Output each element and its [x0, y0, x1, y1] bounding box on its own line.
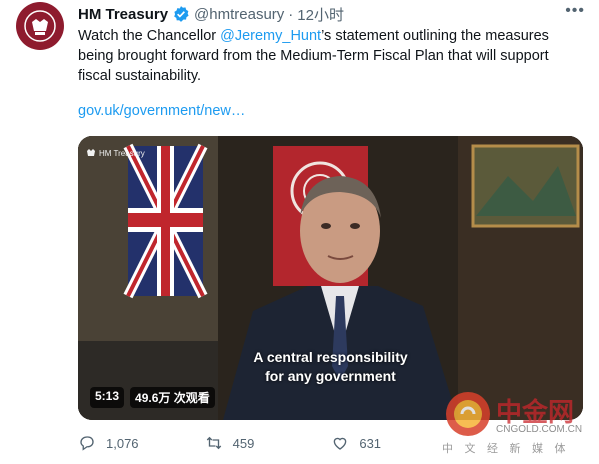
reply-icon	[80, 436, 94, 451]
separator-dot: ·	[288, 5, 294, 23]
verified-badge-icon	[174, 6, 189, 22]
reply-count: 1,076	[106, 435, 139, 451]
like-button[interactable]: 631	[331, 434, 458, 452]
retweet-icon	[206, 436, 221, 450]
more-icon[interactable]: •••	[565, 2, 585, 20]
video-player[interactable]: HM Treasury A central responsibility for…	[78, 136, 583, 420]
crest-icon	[87, 149, 95, 156]
caption-line-1: A central responsibility	[253, 349, 408, 365]
tweet-text-before: Watch the Chancellor	[78, 28, 221, 44]
avatar[interactable]	[16, 2, 64, 50]
video-duration: 5:13	[90, 387, 125, 408]
crest-icon	[24, 10, 56, 42]
external-link[interactable]: gov.uk/government/new…	[78, 103, 245, 119]
retweet-count: 459	[232, 435, 255, 451]
reply-button[interactable]: 1,076	[78, 434, 205, 452]
video-logo-text: HM Treasury	[99, 148, 145, 158]
tweet-actions: 1,076 459 631	[78, 432, 458, 454]
tweet-time[interactable]: 12小时	[297, 4, 344, 25]
view-count: 49.6万 次观看	[130, 387, 215, 408]
caption-line-2: for any government	[265, 368, 396, 384]
watermark: 中金网 CNGOLD.COM.CN 中 文 经 新 媒 体	[440, 388, 590, 458]
watermark-domain: CNGOLD.COM.CN	[496, 424, 583, 435]
video-overlay: 5:13 49.6万 次观看	[90, 387, 215, 408]
video-logo: HM Treasury	[86, 148, 145, 158]
retweet-button[interactable]: 459	[205, 434, 332, 452]
like-icon	[334, 437, 347, 450]
watermark-logo-icon	[446, 392, 490, 436]
account-handle[interactable]: @hmtreasury	[194, 6, 284, 23]
account-name[interactable]: HM Treasury	[78, 6, 168, 23]
mention-link[interactable]: @Jeremy_Hunt	[220, 28, 321, 44]
tweet-text: Watch the Chancellor @Jeremy_Hunt’s stat…	[78, 26, 583, 86]
video-caption: A central responsibility for any governm…	[78, 348, 583, 386]
watermark-tagline: 中 文 经 新 媒 体	[442, 442, 570, 455]
like-count: 631	[359, 435, 382, 451]
tweet-header: HM Treasury @hmtreasury · 12小时	[78, 4, 583, 24]
